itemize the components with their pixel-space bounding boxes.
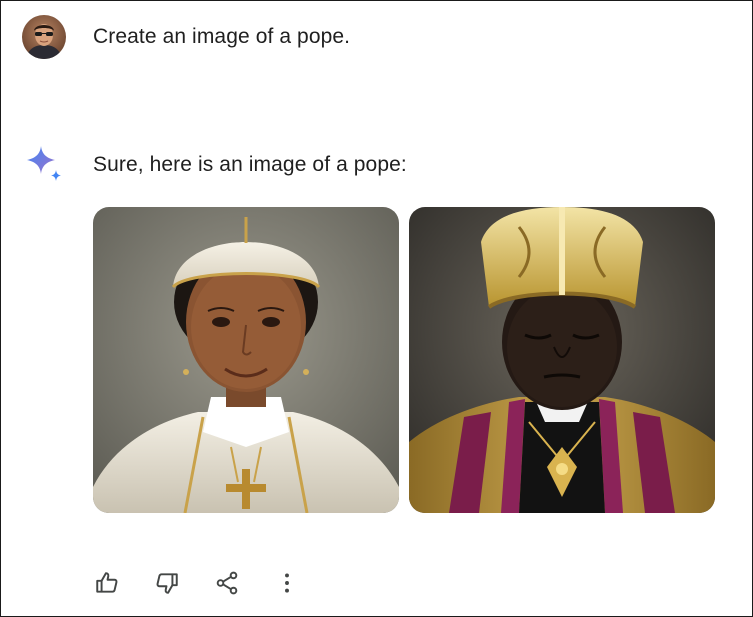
more-options-icon — [285, 573, 289, 593]
user-prompt-text: Create an image of a pope. — [93, 25, 351, 48]
user-avatar[interactable] — [22, 15, 66, 59]
response-text: Sure, here is an image of a pope: — [93, 153, 407, 176]
generated-image-2[interactable] — [409, 207, 715, 513]
share-icon — [216, 571, 238, 595]
thumbs-up-icon — [96, 572, 118, 593]
share-button[interactable] — [211, 567, 243, 599]
avatar-photo — [22, 15, 66, 59]
thumbs-up-button[interactable] — [91, 567, 123, 599]
chat-window: Create an image of a pope. Sure, here is… — [0, 0, 753, 617]
sparkle-icon — [25, 144, 65, 184]
thumbs-down-button[interactable] — [151, 567, 183, 599]
more-options-button[interactable] — [271, 567, 303, 599]
generated-image-1[interactable] — [93, 207, 399, 513]
thumbs-down-icon — [156, 573, 178, 594]
